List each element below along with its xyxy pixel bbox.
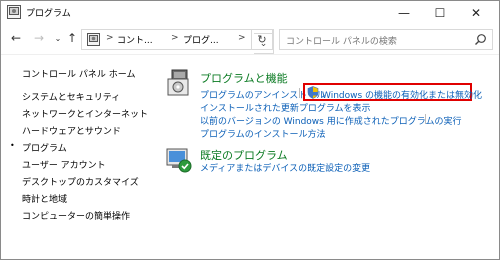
forward-button[interactable]: → bbox=[30, 28, 48, 48]
control-panel-window: プログラム — ☐ ✕ ← → ⌄ ↑ > コント... > プログ... > … bbox=[0, 0, 500, 260]
programs-features-icon[interactable] bbox=[166, 69, 192, 97]
maximize-button[interactable]: ☐ bbox=[422, 1, 458, 24]
sidebar-item-hardware-sound[interactable]: ハードウェアとサウンド bbox=[22, 124, 121, 137]
main-content: プログラムと機能 プログラムのアンインストール Windows の機能の有効化ま… bbox=[156, 55, 499, 260]
window-title: プログラム bbox=[26, 9, 71, 19]
current-page-bullet: • bbox=[10, 141, 15, 150]
sidebar-item-network-internet[interactable]: ネットワークとインターネット bbox=[22, 107, 148, 120]
link-separator bbox=[425, 114, 426, 124]
refresh-button[interactable]: ↻ bbox=[251, 29, 273, 50]
navigation-bar: ← → ⌄ ↑ > コント... > プログ... > ⌄ ↻ コントロール パ… bbox=[1, 26, 499, 54]
sidebar-item-clock-region[interactable]: 時計と地域 bbox=[22, 192, 67, 205]
sidebar-item-programs[interactable]: プログラム bbox=[22, 141, 67, 154]
sidebar-item-control-panel-home[interactable]: コントロール パネル ホーム bbox=[22, 67, 135, 80]
breadcrumb-separator: > bbox=[171, 33, 179, 43]
how-to-install-program-link[interactable]: プログラムのインストール方法 bbox=[200, 127, 326, 140]
up-button[interactable]: ↑ bbox=[63, 28, 81, 48]
search-input[interactable]: コントロール パネルの検索 bbox=[279, 29, 493, 50]
control-panel-icon bbox=[87, 33, 100, 46]
minimize-button[interactable]: — bbox=[386, 1, 422, 24]
run-older-programs-link[interactable]: 以前のバージョンの Windows 用に作成されたプログラムの実行 bbox=[200, 114, 461, 127]
link-separator bbox=[299, 88, 300, 98]
sidebar-item-ease-of-access[interactable]: コンピューターの簡単操作 bbox=[22, 209, 130, 222]
uac-shield-icon bbox=[307, 86, 319, 99]
search-placeholder: コントロール パネルの検索 bbox=[286, 37, 397, 47]
sidebar-item-system-security[interactable]: システムとセキュリティ bbox=[22, 90, 120, 103]
breadcrumb-separator: > bbox=[106, 33, 114, 43]
back-button[interactable]: ← bbox=[7, 28, 25, 48]
breadcrumb-control-panel[interactable]: コント... bbox=[117, 33, 153, 46]
title-bar: プログラム — ☐ ✕ bbox=[1, 1, 499, 24]
search-icon[interactable] bbox=[474, 33, 487, 46]
address-bar[interactable]: > コント... > プログ... > ⌄ bbox=[81, 29, 274, 54]
close-button[interactable]: ✕ bbox=[458, 1, 494, 24]
programs-features-title[interactable]: プログラムと機能 bbox=[200, 70, 288, 86]
sidebar-item-user-accounts[interactable]: ユーザー アカウント bbox=[22, 158, 106, 171]
default-programs-icon[interactable] bbox=[166, 147, 192, 173]
breadcrumb-separator: > bbox=[238, 33, 246, 43]
control-panel-icon bbox=[7, 5, 21, 19]
breadcrumb-programs[interactable]: プログ... bbox=[183, 33, 219, 46]
sidebar-item-desktop-customization[interactable]: デスクトップのカスタマイズ bbox=[22, 175, 139, 188]
view-installed-updates-link[interactable]: インストールされた更新プログラムを表示 bbox=[200, 101, 371, 114]
sidebar: コントロール パネル ホーム システムとセキュリティ ネットワークとインターネッ… bbox=[1, 55, 156, 260]
change-media-device-defaults-link[interactable]: メディアまたはデバイスの既定設定の変更 bbox=[200, 161, 370, 174]
windows-features-link[interactable]: Windows の機能の有効化または無効化 bbox=[322, 88, 482, 101]
